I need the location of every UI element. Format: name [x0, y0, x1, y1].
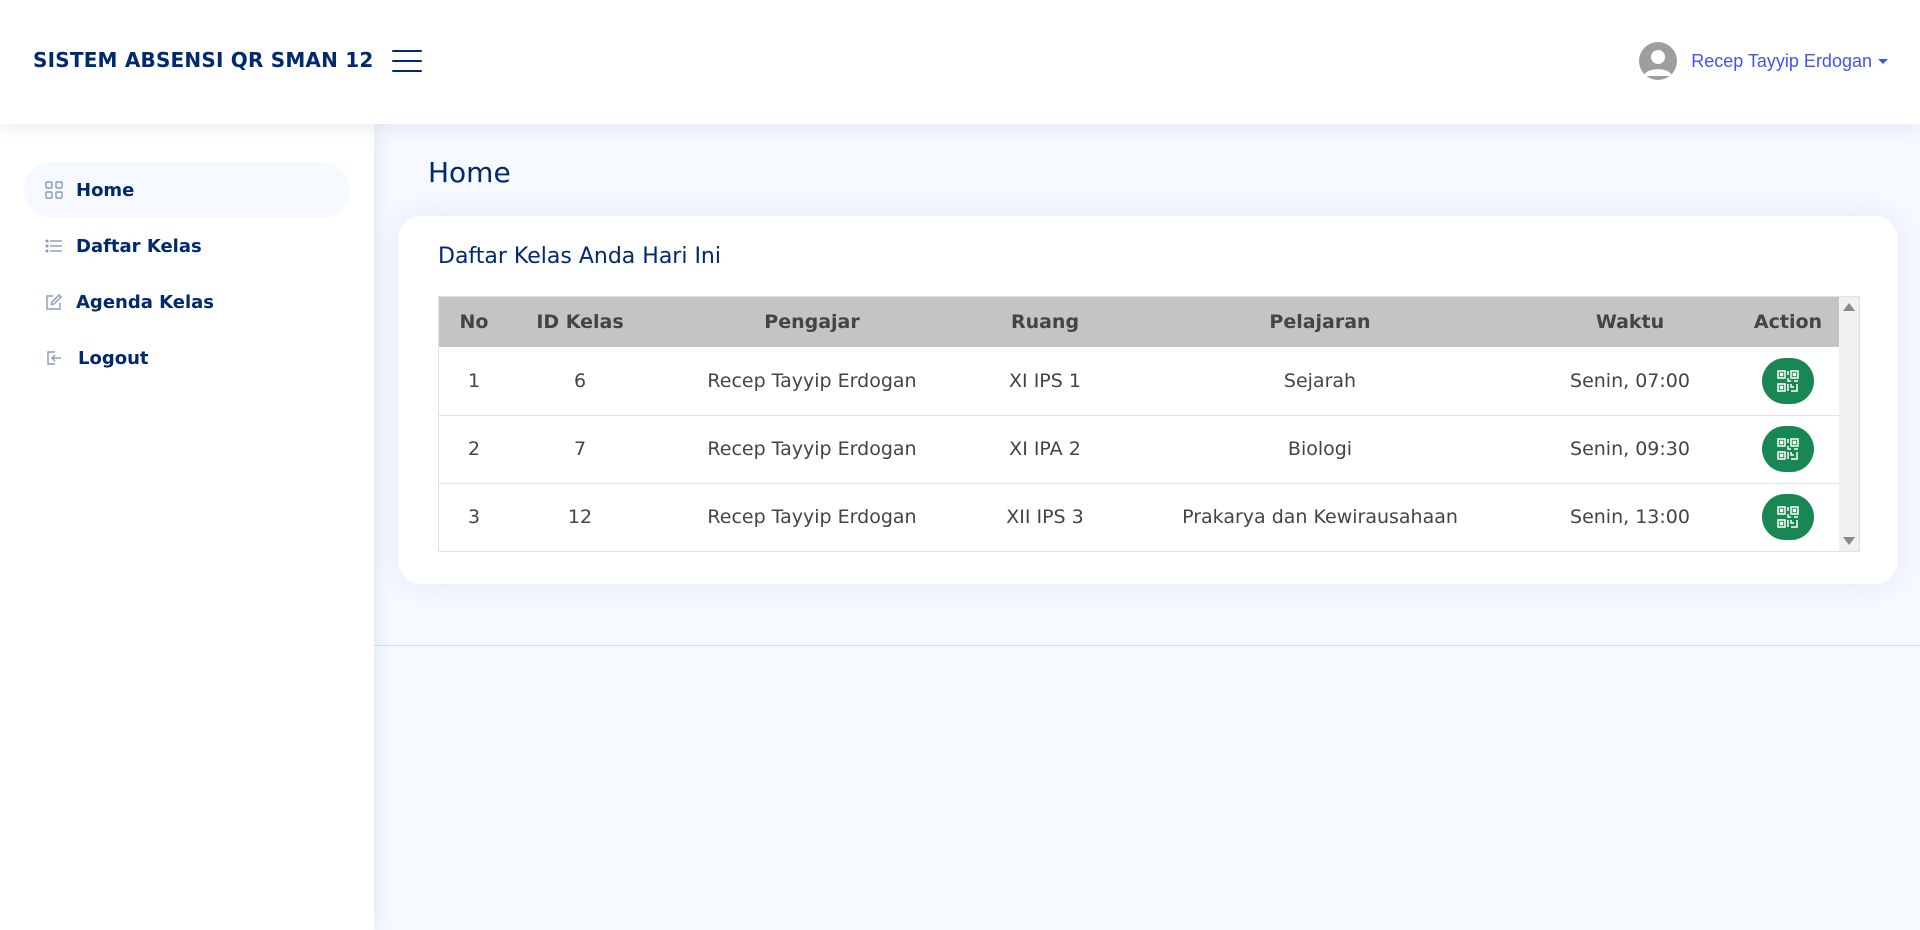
cell-pelajaran: Sejarah [1283, 369, 1357, 392]
qr-code-button[interactable] [1762, 494, 1814, 540]
cell-id-kelas: 6 [573, 369, 587, 392]
avatar-icon [1639, 42, 1678, 80]
edit-icon [44, 292, 64, 312]
sidebar-item-agenda-kelas[interactable]: Agenda Kelas [24, 274, 350, 330]
table-header-row: No ID Kelas Pengajar Ruang Pelajaran Wak… [439, 297, 1839, 347]
cell-waktu: Senin, 13:00 [1570, 506, 1690, 528]
column-header-id-kelas: ID Kelas [536, 311, 624, 333]
cell-no: 3 [467, 506, 481, 528]
cell-id-kelas: 7 [573, 438, 587, 460]
cell-no: 2 [467, 438, 481, 460]
class-table: No ID Kelas Pengajar Ruang Pelajaran Wak… [439, 297, 1839, 552]
qr-code-icon [1777, 506, 1799, 528]
sidebar-item-logout[interactable]: Logout [24, 330, 350, 386]
cell-id-kelas: 12 [567, 506, 593, 528]
sidebar-item-label: Daftar Kelas [76, 235, 202, 257]
cell-waktu: Senin, 09:30 [1570, 438, 1690, 460]
qr-code-button[interactable] [1762, 357, 1814, 404]
cell-pengajar: Recep Tayyip Erdogan [707, 369, 917, 392]
card-title: Daftar Kelas Anda Hari Ini [438, 244, 721, 269]
user-name: Recep Tayyip Erdogan [1691, 50, 1872, 71]
cell-ruang: XI IPA 2 [1009, 438, 1081, 460]
qr-code-button[interactable] [1762, 426, 1814, 472]
sidebar: Home Daftar Kelas Agenda Kelas Logout [0, 124, 374, 930]
table-row: 2 7 Recep Tayyip Erdogan XI IPA 2 Biolog… [439, 415, 1839, 483]
logout-icon [44, 348, 64, 368]
column-header-pelajaran: Pelajaran [1269, 311, 1371, 333]
column-header-pengajar: Pengajar [764, 311, 860, 333]
table-row: 3 12 Recep Tayyip Erdogan XII IPS 3 Prak… [439, 483, 1839, 551]
sidebar-toggle-icon[interactable] [392, 48, 422, 74]
list-icon [44, 236, 64, 256]
footer-divider [374, 645, 1920, 646]
cell-no: 1 [467, 369, 481, 392]
class-table-container[interactable]: No ID Kelas Pengajar Ruang Pelajaran Wak… [438, 296, 1860, 552]
column-header-action: Action [1753, 311, 1823, 333]
sidebar-item-label: Home [76, 179, 135, 201]
cell-pengajar: Recep Tayyip Erdogan [707, 506, 917, 528]
user-profile-dropdown[interactable]: Recep Tayyip Erdogan [1639, 42, 1888, 80]
qr-code-icon [1777, 370, 1799, 392]
sidebar-item-daftar-kelas[interactable]: Daftar Kelas [24, 218, 350, 274]
page-title: Home [428, 156, 511, 189]
sidebar-item-home[interactable]: Home [24, 162, 350, 218]
cell-action [1737, 415, 1839, 483]
chevron-down-icon [1878, 58, 1888, 64]
cell-pelajaran: Prakarya dan Kewirausahaan [1182, 506, 1458, 528]
sidebar-item-label: Agenda Kelas [76, 291, 215, 313]
cell-waktu: Senin, 07:00 [1570, 369, 1690, 392]
column-header-ruang: Ruang [1010, 311, 1080, 333]
cell-pengajar: Recep Tayyip Erdogan [707, 438, 917, 460]
cell-action [1737, 347, 1839, 415]
app-brand[interactable]: SISTEM ABSENSI QR SMAN 12 [33, 48, 373, 72]
column-header-waktu: Waktu [1595, 311, 1665, 333]
qr-code-icon [1777, 438, 1799, 460]
cell-action [1737, 483, 1839, 551]
cell-ruang: XI IPS 1 [1009, 369, 1081, 392]
cell-pelajaran: Biologi [1287, 438, 1353, 460]
cell-ruang: XII IPS 3 [1006, 506, 1084, 528]
table-scrollbar[interactable] [1839, 297, 1859, 551]
scroll-up-arrow-icon[interactable] [1843, 303, 1855, 311]
scroll-down-arrow-icon[interactable] [1843, 537, 1855, 545]
grid-icon [44, 180, 64, 200]
sidebar-item-label: Logout [78, 347, 149, 369]
top-header: SISTEM ABSENSI QR SMAN 12 Recep Tayyip E… [0, 0, 1920, 124]
column-header-no: No [459, 311, 489, 333]
table-row: 1 6 Recep Tayyip Erdogan XI IPS 1 Sejara… [439, 347, 1839, 415]
